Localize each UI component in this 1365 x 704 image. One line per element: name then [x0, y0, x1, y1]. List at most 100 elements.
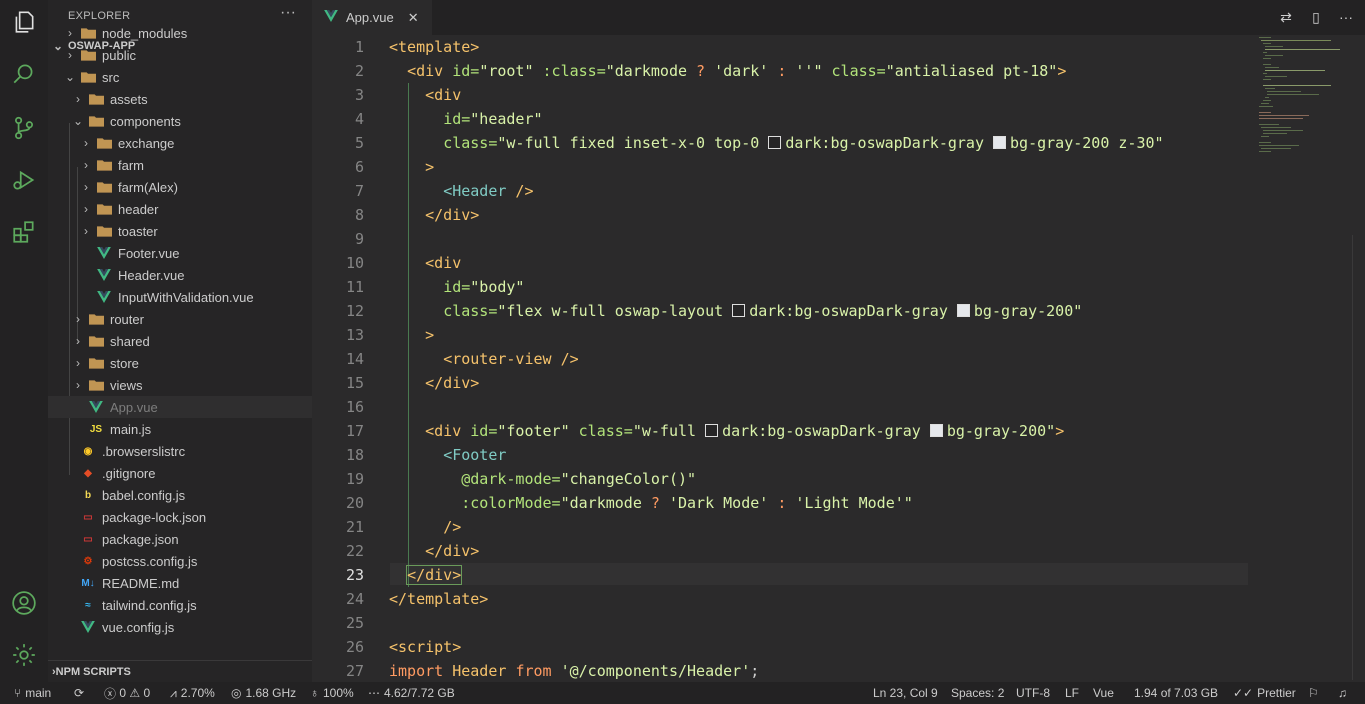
- memory-usage: ⋯ 4.62/7.72 GB: [368, 686, 455, 700]
- tree-item[interactable]: ▭ package.json: [48, 528, 312, 550]
- tree-item[interactable]: InputWithValidation.vue: [48, 286, 312, 308]
- tree-item[interactable]: › farm: [48, 154, 312, 176]
- prettier-status[interactable]: ✓✓ Prettier: [1233, 682, 1296, 704]
- activity-bar: [0, 0, 48, 682]
- tree-item[interactable]: › views: [48, 374, 312, 396]
- branch-indicator[interactable]: ⑂ main: [14, 682, 51, 704]
- code-line-7: <Header />: [443, 182, 534, 200]
- tree-item[interactable]: › node_modules: [48, 22, 312, 44]
- tree-item-label: package-lock.json: [102, 509, 207, 525]
- chevron-right-icon: ›: [68, 26, 72, 40]
- tree-item[interactable]: ≈ tailwind.config.js: [48, 594, 312, 616]
- cursor-position[interactable]: Ln 23, Col 9: [873, 682, 938, 704]
- code-line-1: <template>: [389, 38, 480, 56]
- battery-icon: ♁: [310, 686, 319, 700]
- line-number: 10: [345, 254, 364, 272]
- tree-item-label: vue.config.js: [102, 619, 175, 635]
- source-control-icon[interactable]: [10, 114, 38, 142]
- feedback-icon[interactable]: ⚐: [1308, 682, 1319, 704]
- more-actions-icon[interactable]: ···: [280, 4, 296, 22]
- line-number: 27: [345, 662, 364, 680]
- npm-scripts-section[interactable]: › NPM SCRIPTS: [48, 660, 312, 682]
- tree-item-label: assets: [110, 91, 148, 107]
- tree-item[interactable]: ◉ .browserslistrc: [48, 440, 312, 462]
- tree-item[interactable]: Footer.vue: [48, 242, 312, 264]
- tree-item[interactable]: › shared: [48, 330, 312, 352]
- color-swatch-light: [929, 424, 943, 437]
- end-of-line[interactable]: LF: [1065, 682, 1079, 704]
- tree-item[interactable]: Header.vue: [48, 264, 312, 286]
- tree-item[interactable]: App.vue: [48, 396, 312, 418]
- language-mode[interactable]: Vue: [1093, 682, 1114, 704]
- color-swatch-dark: [732, 304, 746, 317]
- run-debug-icon[interactable]: [10, 166, 38, 194]
- line-number: 21: [345, 518, 364, 536]
- chevron-right-icon: ›: [84, 158, 88, 172]
- tab-label: App.vue: [346, 10, 394, 25]
- problems-indicator[interactable]: ⓧ 0 ⚠ 0: [104, 682, 150, 704]
- chevron-right-icon: ›: [84, 202, 88, 216]
- tree-item[interactable]: ▭ package-lock.json: [48, 506, 312, 528]
- tree-item[interactable]: b babel.config.js: [48, 484, 312, 506]
- line-number: 14: [345, 350, 364, 368]
- minimap[interactable]: [1257, 35, 1347, 165]
- tree-item[interactable]: › assets: [48, 88, 312, 110]
- code-line-6: >: [425, 158, 435, 176]
- line-number: 18: [345, 446, 364, 464]
- tree-item[interactable]: ⌄ src: [48, 66, 312, 88]
- folder-icon: [96, 135, 112, 151]
- code-editor[interactable]: 1 2 3 4 5 6 7 8 9 10 11 12 13 14 15 16 17 18 19 20 21 22 23 24 2…: [312, 35, 1365, 682]
- color-swatch-dark: [768, 136, 782, 149]
- tree-item-label: README.md: [102, 575, 180, 591]
- folder-icon: [80, 47, 96, 63]
- compare-changes-icon[interactable]: ⇄: [1277, 8, 1295, 26]
- tree-item[interactable]: ◆ .gitignore: [48, 462, 312, 484]
- tree-item[interactable]: › header: [48, 198, 312, 220]
- tree-item[interactable]: ⌄ components: [48, 110, 312, 132]
- tree-item[interactable]: JS main.js: [48, 418, 312, 440]
- check-icon: ✓✓: [1233, 686, 1254, 700]
- line-number: 24: [345, 590, 364, 608]
- tab-app-vue[interactable]: App.vue ✕: [312, 0, 432, 35]
- tree-item[interactable]: › store: [48, 352, 312, 374]
- search-icon[interactable]: [10, 60, 38, 88]
- indentation[interactable]: Spaces: 2: [951, 682, 1004, 704]
- npm-scripts-label: NPM SCRIPTS: [55, 666, 131, 678]
- line-number: 20: [345, 494, 364, 512]
- folder-icon: [88, 355, 104, 371]
- tree-item[interactable]: › toaster: [48, 220, 312, 242]
- code-line-2: <div id="root" :class="darkmode ? 'dark'…: [407, 62, 1067, 80]
- tree-item[interactable]: › router: [48, 308, 312, 330]
- sync-icon[interactable]: ⟳: [74, 682, 84, 704]
- vertical-scrollbar[interactable]: [1352, 235, 1365, 680]
- code-line-21: />: [443, 518, 462, 536]
- close-tab-icon[interactable]: ✕: [408, 10, 419, 26]
- tree-item[interactable]: vue.config.js: [48, 616, 312, 638]
- split-editor-icon[interactable]: ▯: [1307, 8, 1325, 26]
- notifications-bell-icon[interactable]: ♫: [1338, 682, 1347, 704]
- code-line-17: <div id="footer" class="w-full dark:bg-o…: [425, 422, 1065, 440]
- encoding[interactable]: UTF-8: [1016, 682, 1050, 704]
- tree-item[interactable]: ⚙ postcss.config.js: [48, 550, 312, 572]
- more-actions-icon[interactable]: ···: [1337, 8, 1355, 26]
- extensions-icon[interactable]: [10, 218, 38, 246]
- folder-icon: [88, 333, 104, 349]
- error-icon: ⓧ: [104, 686, 117, 701]
- tree-item[interactable]: › exchange: [48, 132, 312, 154]
- settings-gear-icon[interactable]: [10, 641, 38, 669]
- code-line-26: <script>: [389, 638, 462, 656]
- vue-file-icon: [96, 245, 112, 261]
- tree-item[interactable]: › public: [48, 44, 312, 66]
- tree-item[interactable]: › farm(Alex): [48, 176, 312, 198]
- npm-file-icon: ▭: [83, 511, 93, 523]
- cpu-frequency: ◎ 1.68 GHz: [231, 686, 297, 700]
- line-number: 12: [345, 302, 364, 320]
- chevron-right-icon: ›: [76, 334, 80, 348]
- explorer-icon[interactable]: [10, 8, 38, 36]
- account-icon[interactable]: [10, 589, 38, 617]
- tree-item-label: router: [110, 311, 144, 327]
- tree-item-label: farm(Alex): [118, 179, 178, 195]
- folder-icon: [88, 377, 104, 393]
- tree-item[interactable]: M↓ README.md: [48, 572, 312, 594]
- code-line-3: <div: [425, 86, 462, 104]
